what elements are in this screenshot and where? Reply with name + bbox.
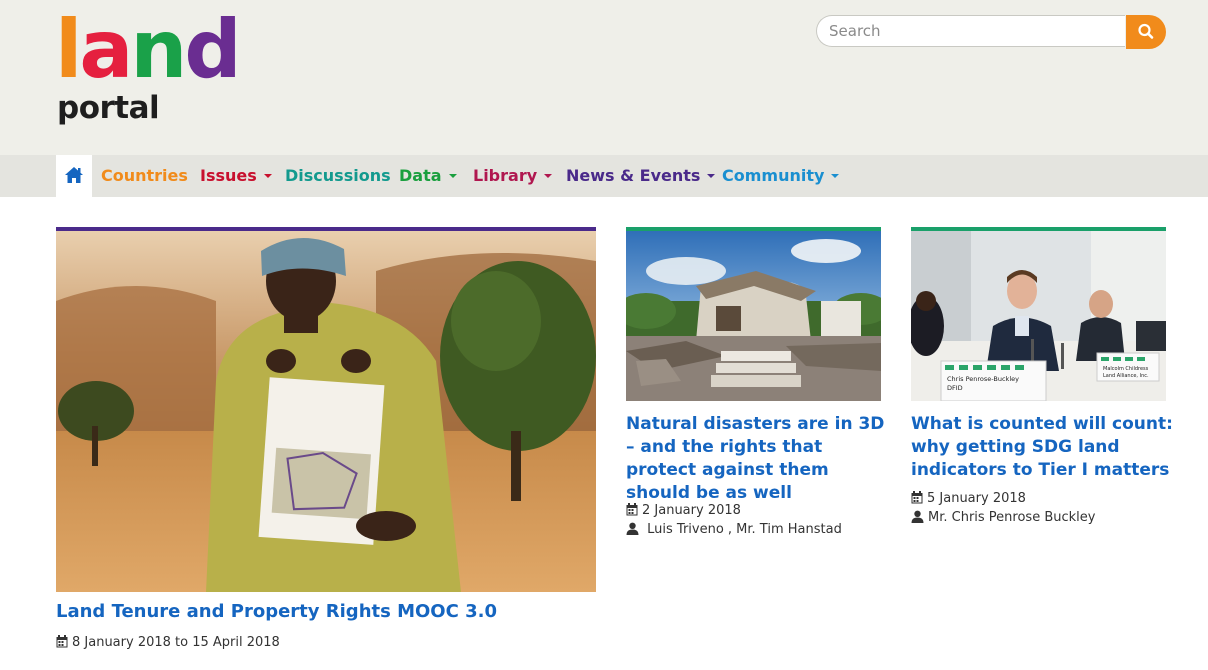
nav-community[interactable]: Community [722,155,840,197]
featured-image[interactable] [56,231,596,592]
calendar-icon [626,503,638,516]
nav-home[interactable] [56,155,92,197]
article-card: Natural disasters are in 3D – and the ri… [626,227,884,547]
date-text: 2 January 2018 [642,503,741,518]
nav-news-events[interactable]: News & Events [566,155,716,197]
article-date: 2 January 2018 [626,503,741,518]
article-date: 5 January 2018 [911,491,1026,506]
placard-org: Land Alliance, Inc. [1103,373,1149,379]
search-form [816,15,1166,49]
article-headline[interactable]: What is counted will count: why getting … [911,413,1173,482]
damaged-house-photo [626,231,881,401]
home-icon [65,167,83,183]
nav-issues[interactable]: Issues [200,155,272,197]
header: land portal [0,0,1208,155]
nav-discussions[interactable]: Discussions [285,155,391,197]
date-text: 8 January 2018 to 15 April 2018 [72,635,280,650]
caret-down-icon [544,174,553,178]
nav-countries[interactable]: Countries [101,155,188,197]
calendar-icon [56,635,68,648]
land-portal-logo[interactable]: land portal [55,3,255,129]
logo-subtitle: portal [57,90,160,126]
logo-letter-n: n [130,3,187,96]
user-icon [626,522,639,535]
logo-letter-d: d [184,3,241,96]
article-image[interactable] [626,231,881,401]
nav-library[interactable]: Library [473,155,553,197]
headline-line: should be as well [626,483,792,503]
placard-name: Malcolm Childress [1103,366,1149,372]
nav-label: Library [473,166,538,185]
caret-down-icon [707,174,716,178]
nav-label: News & Events [566,166,701,185]
search-input[interactable] [816,15,1125,47]
caret-down-icon [263,174,272,178]
headline-line: – and the rights that [626,437,823,457]
main-navigation: Countries Issues Discussions Data Librar… [0,155,1208,197]
author-text[interactable]: Luis Triveno , Mr. Tim Hanstad [647,522,842,537]
calendar-icon [911,491,923,504]
article-author: Luis Triveno , Mr. Tim Hanstad [626,522,842,537]
article-card: Chris Penrose-Buckley DFID Malcolm Child… [911,227,1173,537]
conference-panel-photo: Chris Penrose-Buckley DFID Malcolm Child… [911,231,1166,401]
woman-with-map-photo [56,231,596,592]
caret-down-icon [831,174,840,178]
search-button[interactable] [1126,15,1166,49]
nav-label: Issues [200,166,257,185]
article-image[interactable]: Chris Penrose-Buckley DFID Malcolm Child… [911,231,1166,401]
placard-org: DFID [947,384,963,392]
author-text[interactable]: Mr. Chris Penrose Buckley [928,510,1095,525]
nav-label: Discussions [285,166,391,185]
article-headline[interactable]: Natural disasters are in 3D – and the ri… [626,413,888,505]
nav-label: Community [722,166,825,185]
featured-article: Land Tenure and Property Rights MOOC 3.0… [56,227,596,667]
logo-wordmark: land [55,3,242,96]
headline-line: protect against them [626,460,829,480]
placard-name: Chris Penrose-Buckley [947,375,1019,383]
nav-data[interactable]: Data [399,155,457,197]
logo-letter-a: a [79,3,133,96]
date-text: 5 January 2018 [927,491,1026,506]
featured-headline[interactable]: Land Tenure and Property Rights MOOC 3.0 [56,601,497,622]
headline-line: indicators to Tier I matters [911,460,1170,480]
headline-line: Natural disasters are in 3D [626,414,885,434]
nav-label: Data [399,166,442,185]
nav-label: Countries [101,166,188,185]
headline-line: What is counted will count: [911,414,1173,434]
user-icon [911,510,924,523]
featured-date: 8 January 2018 to 15 April 2018 [56,635,280,650]
headline-line: why getting SDG land [911,437,1120,457]
article-author: Mr. Chris Penrose Buckley [911,510,1095,525]
caret-down-icon [448,174,457,178]
search-icon [1138,23,1154,39]
logo-letter-l: l [55,3,82,96]
